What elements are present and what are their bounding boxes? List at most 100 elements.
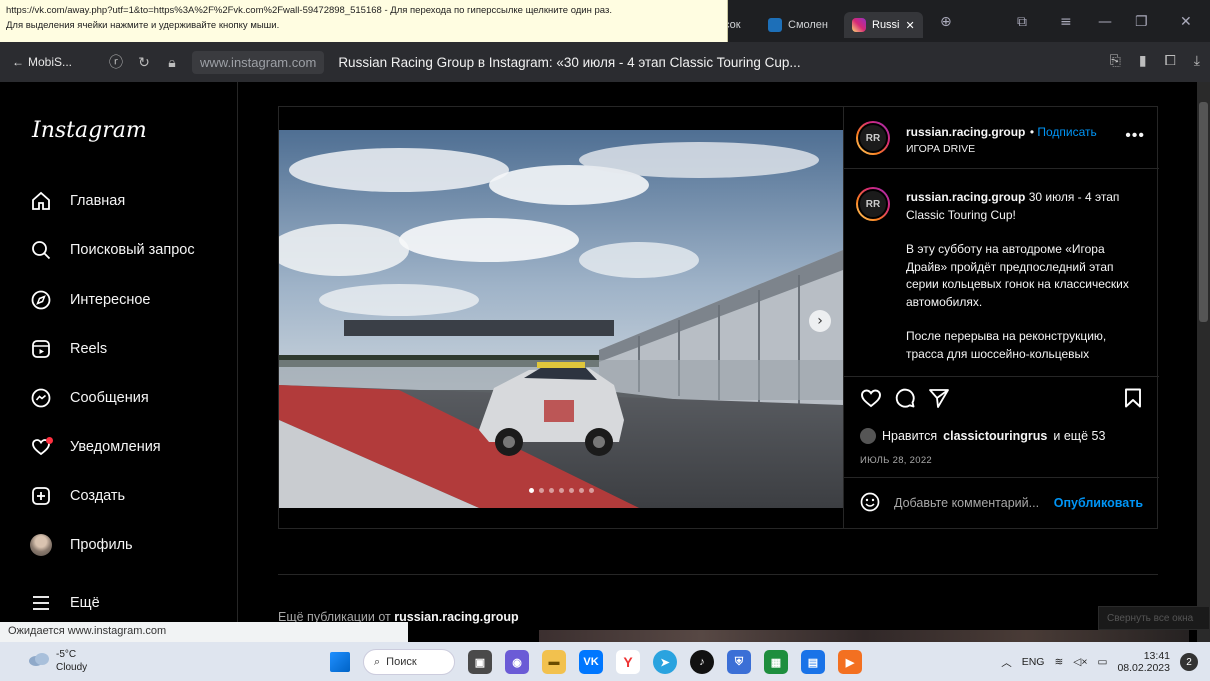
document-icon[interactable]: ▤ xyxy=(801,650,825,674)
more-posts-user[interactable]: russian.racing.group xyxy=(394,610,518,624)
restore-icon[interactable]: ❐ xyxy=(1135,14,1148,30)
chevron-up-icon[interactable]: ︿ xyxy=(1001,655,1012,670)
chat-icon[interactable]: ◉ xyxy=(505,650,529,674)
sidebar-item-more[interactable]: Ещё xyxy=(30,592,100,614)
comment-input[interactable]: Добавьте комментарий... xyxy=(894,496,1040,510)
minimize-icon[interactable]: — xyxy=(1098,14,1112,30)
likes-user[interactable]: classictouringrus xyxy=(943,429,1047,443)
weather-condition: Cloudy xyxy=(56,662,88,673)
carousel-dot xyxy=(559,488,564,493)
more-options-icon[interactable]: ••• xyxy=(1125,127,1145,145)
caption-username[interactable]: russian.racing.group xyxy=(906,190,1025,204)
caption-author-avatar[interactable]: RR xyxy=(856,187,890,221)
task-view-icon[interactable]: ▣ xyxy=(468,650,492,674)
show-desktop-tooltip: Свернуть все окна xyxy=(1098,606,1210,630)
spreadsheet-icon[interactable]: ▦ xyxy=(764,650,788,674)
carousel-dot xyxy=(549,488,554,493)
sidebar-item-label: Поисковый запрос xyxy=(70,242,195,258)
clock[interactable]: 13:41 08.02.2023 xyxy=(1117,650,1170,674)
battery-icon[interactable]: ▭ xyxy=(1098,656,1108,668)
system-tray: ︿ ENG ≋ ◁× ▭ 13:41 08.02.2023 2 xyxy=(1001,650,1198,674)
taskbar-search[interactable]: ⌕ Поиск xyxy=(363,649,455,675)
comment-bubble-icon[interactable] xyxy=(894,387,916,409)
search-icon: ⌕ xyxy=(374,655,381,668)
taskbar-apps: ⌕ Поиск ▣ ◉ ▬ VK Y ➤ ♪ ⛨ ▦ ▤ ▶ xyxy=(330,649,862,675)
browser-tab-strip: сок Смолен Russi ✕ ⊕ ⧉ ≡ — ❐ ✕ https://vk… xyxy=(0,0,1210,42)
volume-icon[interactable]: ◁× xyxy=(1073,656,1087,668)
sidebar-item-label: Создать xyxy=(70,488,126,504)
emoji-icon[interactable] xyxy=(860,492,880,515)
sidebar-item-search[interactable]: Поисковый запрос xyxy=(30,239,195,261)
download-icon[interactable]: ⤓ xyxy=(1194,52,1200,69)
instagram-sidebar: Instagram Главная Поисковый запрос Интер… xyxy=(0,82,238,642)
sidebar-item-messages[interactable]: Сообщения xyxy=(30,387,149,409)
url-field[interactable]: www.instagram.com xyxy=(192,50,325,74)
carousel-dot xyxy=(569,488,574,493)
like-heart-icon[interactable] xyxy=(860,387,882,409)
security-shield-icon[interactable]: ⛨ xyxy=(727,650,751,674)
protect-icon[interactable]: ⓡ xyxy=(102,52,130,72)
liker-avatar xyxy=(860,428,876,444)
instagram-logo[interactable]: Instagram xyxy=(32,118,147,143)
post-date[interactable]: ИЮЛЬ 28, 2022 xyxy=(860,455,932,466)
notification-badge[interactable]: 2 xyxy=(1180,653,1198,671)
windows-start-icon[interactable] xyxy=(330,652,350,672)
site-favicon-icon xyxy=(768,18,782,32)
scrollbar-thumb[interactable] xyxy=(1199,102,1208,322)
file-explorer-icon[interactable]: ▬ xyxy=(542,650,566,674)
weather-temp: -5°C xyxy=(56,649,77,660)
tab-actions-icon[interactable]: ⧉ xyxy=(1017,14,1027,30)
media-app-icon[interactable]: ▶ xyxy=(838,650,862,674)
sidebar-item-profile[interactable]: Профиль xyxy=(30,534,133,556)
author-avatar[interactable]: RR xyxy=(856,121,890,155)
tiktok-icon[interactable]: ♪ xyxy=(690,650,714,674)
comment-bar: Добавьте комментарий... Опубликовать xyxy=(844,477,1159,528)
bookmark-icon[interactable]: ▮ xyxy=(1139,52,1147,69)
author-username[interactable]: russian.racing.group xyxy=(906,125,1025,139)
tab-instagram-active[interactable]: Russi ✕ xyxy=(844,12,923,38)
new-tab-icon[interactable]: ⊕ xyxy=(940,14,952,30)
close-tab-icon[interactable]: ✕ xyxy=(906,19,915,32)
extensions-icon[interactable]: ⧠ xyxy=(1165,52,1176,69)
sidebar-item-notifications[interactable]: Уведомления xyxy=(30,436,161,458)
post-location[interactable]: ИГОРА DRIVE xyxy=(906,143,975,155)
clock-date: 08.02.2023 xyxy=(1117,662,1170,674)
next-photo-button[interactable]: › xyxy=(809,310,831,332)
vk-icon[interactable]: VK xyxy=(579,650,603,674)
tab-label: Смолен xyxy=(788,19,828,31)
post-side-panel: RR russian.racing.group • Подписать ИГОР… xyxy=(843,107,1159,528)
page-scrollbar[interactable] xyxy=(1197,82,1210,642)
share-paper-plane-icon[interactable] xyxy=(928,387,950,409)
wifi-icon[interactable]: ≋ xyxy=(1054,656,1063,668)
caption-text-3: После перерыва на реконструкцию, трасса … xyxy=(906,329,1107,361)
language-indicator[interactable]: ENG xyxy=(1022,656,1045,668)
arrow-left-icon: ← xyxy=(12,55,24,69)
back-button[interactable]: ← MobiS... xyxy=(12,55,102,69)
sidebar-item-home[interactable]: Главная xyxy=(30,190,125,212)
post-actions xyxy=(860,387,1142,415)
tab-2[interactable]: Смолен xyxy=(768,12,828,38)
more-posts-thumbnails[interactable] xyxy=(539,630,1189,642)
address-bar: ← MobiS... ⓡ ↻ 🔒︎ www.instagram.com Russ… xyxy=(0,42,1210,82)
likes-summary[interactable]: Нравится classictouringrus и ещё 53 xyxy=(860,428,1105,444)
sidebar-item-explore[interactable]: Интересное xyxy=(30,289,151,311)
close-window-icon[interactable]: ✕ xyxy=(1180,14,1192,30)
post-photo[interactable]: › xyxy=(279,130,843,508)
translate-icon[interactable]: ⎘ xyxy=(1110,52,1121,69)
taskbar: -5°C Cloudy ⌕ Поиск ▣ ◉ ▬ VK Y ➤ ♪ ⛨ ▦ ▤ … xyxy=(0,642,1210,681)
follow-button[interactable]: Подписать xyxy=(1037,125,1096,139)
weather-widget[interactable]: -5°C Cloudy xyxy=(28,648,87,674)
sidebar-item-create[interactable]: Создать xyxy=(30,485,125,507)
yandex-browser-icon[interactable]: Y xyxy=(616,650,640,674)
taskbar-search-label: Поиск xyxy=(386,656,417,668)
telegram-icon[interactable]: ➤ xyxy=(653,650,677,674)
menu-icon[interactable]: ≡ xyxy=(1060,14,1072,30)
reload-icon[interactable]: ↻ xyxy=(130,54,158,71)
publish-button[interactable]: Опубликовать xyxy=(1054,496,1143,510)
loading-status: Ожидается www.instagram.com xyxy=(0,622,408,642)
likes-suffix[interactable]: и ещё 53 xyxy=(1053,429,1105,443)
save-bookmark-icon[interactable] xyxy=(1122,387,1144,409)
sidebar-item-reels[interactable]: Reels xyxy=(30,338,107,360)
rrg-logo-icon: RR xyxy=(858,123,888,153)
carousel-dot xyxy=(539,488,544,493)
